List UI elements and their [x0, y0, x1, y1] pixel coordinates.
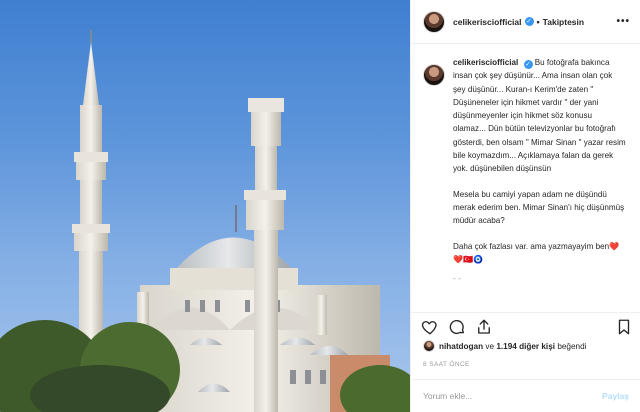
comment-icon[interactable]	[448, 318, 466, 336]
caption-paragraph-2: Mesela bu camiyi yapan adam ne düşündü m…	[453, 189, 625, 226]
comments-area[interactable]: celikerisciofficial ✓ Bu fotoğrafa bakın…	[423, 56, 633, 302]
bookmark-icon[interactable]	[615, 318, 633, 336]
left-minaret	[72, 30, 110, 341]
liker-avatar[interactable]	[423, 340, 435, 352]
header-username[interactable]: celikerisciofficial	[453, 17, 522, 27]
separator-dot: •	[536, 16, 540, 27]
likes-suffix: beğendi	[555, 341, 587, 351]
caption-username[interactable]: celikerisciofficial	[453, 58, 518, 67]
caption-text: celikerisciofficial ✓ Bu fotoğrafa bakın…	[453, 56, 627, 285]
post-header: celikerisciofficial ✓ • Takiptesin •••	[411, 0, 640, 44]
comment-composer: Paylaş	[411, 379, 640, 412]
caption-avatar[interactable]	[423, 64, 445, 86]
avatar[interactable]	[423, 10, 445, 33]
caption-more-indicator: - -	[453, 274, 461, 284]
share-icon[interactable]	[475, 318, 493, 336]
first-liker-link[interactable]: nihatdogan	[439, 342, 483, 351]
other-likers-link[interactable]: 1.194 diğer kişi	[496, 342, 555, 351]
post-side-panel: celikerisciofficial ✓ • Takiptesin ••• c…	[410, 0, 640, 412]
caption-comment: celikerisciofficial ✓ Bu fotoğrafa bakın…	[423, 56, 633, 285]
post-comment-button[interactable]: Paylaş	[602, 391, 629, 401]
likes-connector: ve	[483, 341, 497, 351]
heart-icon[interactable]	[421, 318, 439, 336]
action-bar	[411, 312, 640, 340]
more-options-icon[interactable]: •••	[616, 16, 630, 27]
caption-paragraph-1: Bu fotoğrafa bakınca insan çok şey düşün…	[453, 58, 626, 174]
post-photo[interactable]	[0, 0, 410, 412]
mosque-photo	[0, 30, 410, 412]
post-timestamp[interactable]: 8 SAAT ÖNCE	[423, 361, 470, 368]
verified-badge-icon: ✓	[524, 17, 534, 26]
caption-paragraph-3: Daha çok fazlası var. ama yazmayayim ben…	[453, 241, 620, 264]
follow-status-button[interactable]: Takiptesin	[543, 17, 584, 27]
verified-badge-icon: ✓	[523, 60, 533, 69]
comment-input[interactable]	[423, 391, 603, 401]
likes-summary: nihatdogan ve 1.194 diğer kişi beğendi	[423, 340, 586, 352]
